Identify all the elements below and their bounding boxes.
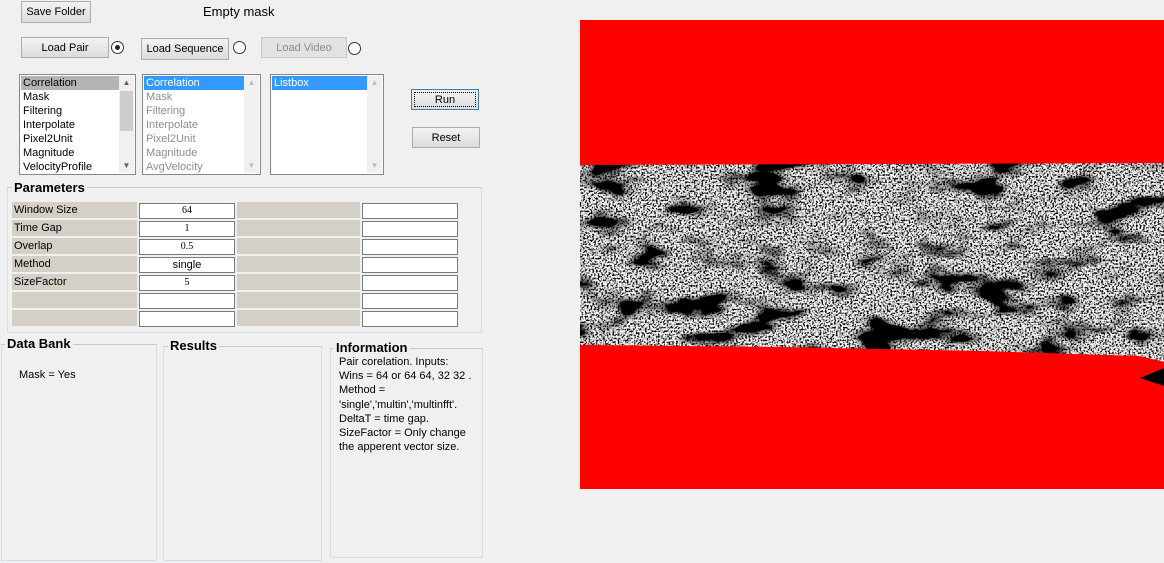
- info-line: the apperent vector size.: [339, 441, 460, 454]
- load-pair-radio[interactable]: [111, 41, 124, 54]
- param-value-field[interactable]: 5: [139, 275, 235, 291]
- param-blank-cell: [237, 310, 360, 326]
- scroll-up-arrow-icon[interactable]: ▲: [119, 76, 134, 90]
- param-label: [12, 292, 137, 308]
- information-text: Pair corelation. Inputs: Wins = 64 or 64…: [339, 355, 479, 454]
- top-mask-region: [580, 20, 1164, 165]
- list-item[interactable]: Interpolate: [21, 118, 119, 132]
- list-item[interactable]: Filtering: [144, 104, 244, 118]
- status-text: Empty mask: [203, 4, 275, 19]
- load-video-radio[interactable]: [348, 42, 361, 55]
- parameters-title: Parameters: [12, 180, 87, 195]
- list-item[interactable]: AvgVelocity: [144, 160, 244, 174]
- load-sequence-button[interactable]: Load Sequence: [141, 38, 229, 60]
- run-button[interactable]: Run: [411, 89, 479, 110]
- param-extra-field[interactable]: [362, 203, 458, 219]
- pipeline-items: Correlation Mask Filtering Interpolate P…: [144, 76, 244, 174]
- operations-listbox[interactable]: Correlation Mask Filtering Interpolate P…: [19, 74, 136, 175]
- scroll-down-arrow-icon[interactable]: ▼: [119, 159, 134, 173]
- param-extra-field[interactable]: [362, 221, 458, 237]
- reset-button[interactable]: Reset: [412, 127, 480, 148]
- param-value-field[interactable]: 0.5: [139, 239, 235, 255]
- param-extra-field[interactable]: [362, 293, 458, 309]
- param-extra-field[interactable]: [362, 311, 458, 327]
- list-item[interactable]: Listbox: [272, 76, 367, 90]
- load-sequence-radio[interactable]: [233, 41, 246, 54]
- list-item[interactable]: Correlation: [21, 76, 119, 90]
- data-bank-text: Mask = Yes: [19, 369, 76, 381]
- info-line: 'single','multin','multinfft'.: [339, 398, 458, 411]
- param-label: [12, 310, 137, 326]
- generic-listbox[interactable]: Listbox ▲ ▼: [270, 74, 384, 175]
- load-pair-button[interactable]: Load Pair: [21, 37, 109, 58]
- vertical-scrollbar[interactable]: ▲ ▼: [119, 76, 134, 173]
- param-value-field[interactable]: 64: [139, 203, 235, 219]
- param-value-field[interactable]: [139, 311, 235, 327]
- results-title: Results: [168, 338, 219, 353]
- scroll-thumb[interactable]: [120, 91, 133, 131]
- param-blank-cell: [237, 256, 360, 272]
- param-label: Window Size: [12, 202, 137, 218]
- scroll-down-arrow-icon[interactable]: ▼: [367, 159, 382, 173]
- particle-image: [580, 20, 1164, 489]
- info-line: Wins = 64 or 64 64, 32 32 .: [339, 370, 472, 383]
- scroll-down-arrow-icon[interactable]: ▼: [244, 159, 259, 173]
- info-line: Method =: [339, 384, 386, 397]
- param-blank-cell: [237, 220, 360, 236]
- param-label: Method: [12, 256, 137, 272]
- image-view[interactable]: [580, 20, 1164, 489]
- param-value-field[interactable]: single: [139, 257, 235, 273]
- param-label: Time Gap: [12, 220, 137, 236]
- vertical-scrollbar[interactable]: ▲ ▼: [367, 76, 382, 173]
- pipeline-listbox[interactable]: Correlation Mask Filtering Interpolate P…: [142, 74, 261, 175]
- param-value-field[interactable]: [139, 293, 235, 309]
- param-blank-cell: [237, 292, 360, 308]
- param-label: Overlap: [12, 238, 137, 254]
- list-item[interactable]: Pixel2Unit: [144, 132, 244, 146]
- results-panel: [163, 346, 322, 561]
- load-video-button[interactable]: Load Video: [261, 37, 347, 58]
- data-bank-title: Data Bank: [5, 336, 73, 351]
- param-value-field[interactable]: 1: [139, 221, 235, 237]
- list-item[interactable]: Magnitude: [21, 146, 119, 160]
- list-item[interactable]: Correlation: [144, 76, 244, 90]
- info-line: SizeFactor = Only change: [339, 427, 466, 440]
- operations-items: Correlation Mask Filtering Interpolate P…: [21, 76, 119, 174]
- list-item[interactable]: Interpolate: [144, 118, 244, 132]
- param-label: SizeFactor: [12, 274, 137, 290]
- list-item[interactable]: Mask: [144, 90, 244, 104]
- info-line: Pair corelation. Inputs:: [339, 356, 449, 368]
- scroll-up-arrow-icon[interactable]: ▲: [367, 76, 382, 90]
- info-line: DeltaT = time gap.: [339, 412, 429, 425]
- save-folder-button[interactable]: Save Folder: [21, 1, 91, 23]
- information-title: Information: [334, 340, 410, 355]
- param-blank-cell: [237, 202, 360, 218]
- param-extra-field[interactable]: [362, 239, 458, 255]
- bottom-mask-region: [580, 345, 1164, 489]
- param-extra-field[interactable]: [362, 257, 458, 273]
- listbox-items: Listbox: [272, 76, 367, 90]
- list-item[interactable]: Filtering: [21, 104, 119, 118]
- list-item[interactable]: Magnitude: [144, 146, 244, 160]
- list-item[interactable]: VelocityProfile: [21, 160, 119, 174]
- param-extra-field[interactable]: [362, 275, 458, 291]
- param-blank-cell: [237, 274, 360, 290]
- vertical-scrollbar[interactable]: ▲ ▼: [244, 76, 259, 173]
- list-item[interactable]: Mask: [21, 90, 119, 104]
- radio-selected-dot: [115, 45, 120, 50]
- param-blank-cell: [237, 238, 360, 254]
- list-item[interactable]: Pixel2Unit: [21, 132, 119, 146]
- scroll-up-arrow-icon[interactable]: ▲: [244, 76, 259, 90]
